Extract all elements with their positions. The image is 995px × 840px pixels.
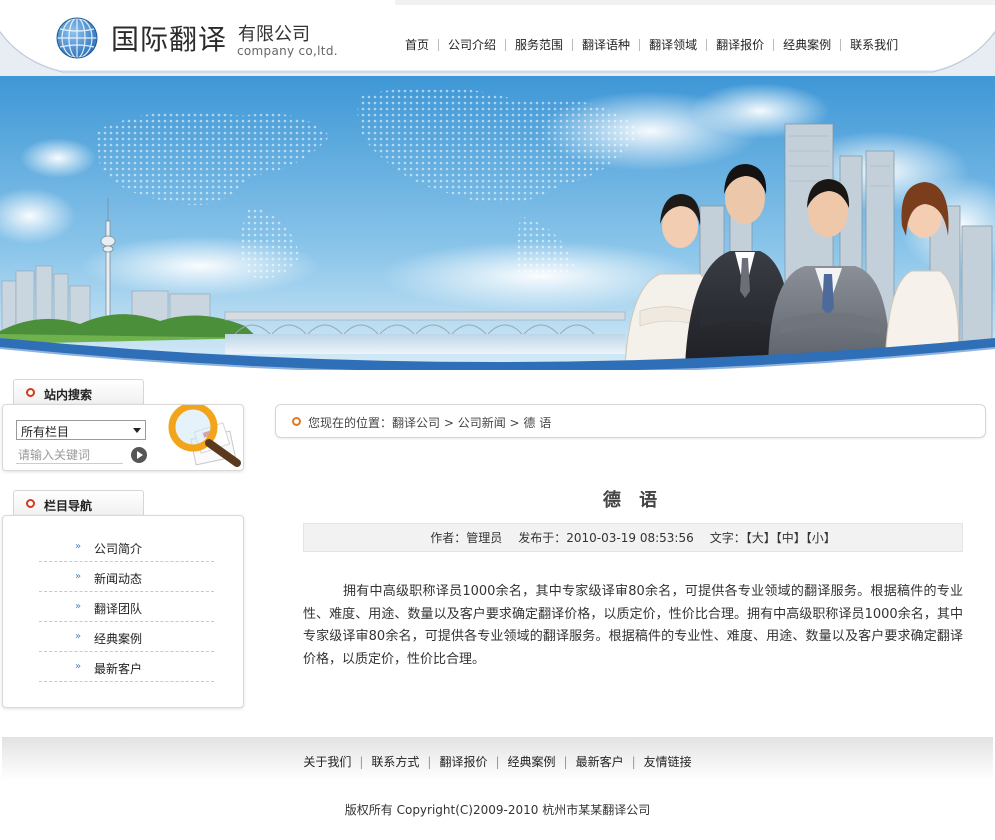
search-submit-icon[interactable] [131,447,147,463]
magnifier-icon [168,405,241,467]
double-chevron-icon: » [75,661,82,672]
nav-company-intro[interactable]: 公司介绍 [439,36,505,53]
date-value: 2010-03-19 08:53:56 [566,531,694,545]
sidebar-item-team[interactable]: » 翻译团队 [39,592,214,622]
sidebar-item-cases[interactable]: » 经典案例 [39,622,214,652]
footer-link-cases[interactable]: 经典案例 [508,755,556,769]
logo-subtitle: 有限公司 [238,24,310,45]
bullet-icon [292,417,301,426]
sidebar-item-company-profile[interactable]: » 公司简介 [39,532,214,562]
footer-link-about[interactable]: 关于我们 [303,755,351,769]
sidebar-item-clients[interactable]: » 最新客户 [39,652,214,682]
logo-name: 国际翻译 [111,23,228,56]
nav-contact[interactable]: 联系我们 [841,36,907,53]
author-label: 作者： [430,531,467,545]
bullet-icon [26,388,35,397]
breadcrumb-text: 您现在的位置：翻译公司 > 公司新闻 > 德 语 [308,414,551,431]
double-chevron-icon: » [75,601,82,612]
font-size-medium-button[interactable]: 【中】 [776,531,806,545]
category-nav-tab: 栏目导航 [13,490,144,516]
nav-pricing[interactable]: 翻译报价 [707,36,773,53]
category-select-value: 所有栏目 [21,425,70,439]
sidebar-item-label: 公司简介 [94,542,143,556]
font-size-large-button[interactable]: 【大】 [746,531,776,545]
sidebar-item-label: 新闻动态 [94,572,143,586]
breadcrumb-separator: > [440,416,458,430]
footer-link-friends[interactable]: 友情链接 [644,755,692,769]
header: 国际翻译 有限公司 company co,ltd. 首页 公司介绍 服务范围 翻… [0,0,995,76]
footer-links: 关于我们 | 联系方式 | 翻译报价 | 经典案例 | 最新客户 | 友情链接 [0,753,995,770]
sidebar-item-label: 经典案例 [94,632,143,646]
footer-link-pricing[interactable]: 翻译报价 [439,755,487,769]
sidebar-item-label: 翻译团队 [94,602,143,616]
category-nav-title: 栏目导航 [44,499,93,513]
footer-separator: | [359,755,364,769]
chevron-down-icon [133,428,141,433]
main-nav: 首页 公司介绍 服务范围 翻译语种 翻译领域 翻译报价 经典案例 联系我们 [396,36,907,53]
search-panel-tab: 站内搜索 [13,379,144,405]
keyword-input[interactable] [16,446,123,464]
sidebar-item-news[interactable]: » 新闻动态 [39,562,214,592]
double-chevron-icon: » [75,631,82,642]
date-label: 发布于： [518,531,567,545]
nav-cases[interactable]: 经典案例 [774,36,840,53]
category-nav-panel: » 公司简介 » 新闻动态 » 翻译团队 » 经典案例 » 最新客户 [2,515,244,708]
nav-languages[interactable]: 翻译语种 [573,36,639,53]
double-chevron-icon: » [75,541,82,552]
breadcrumb-prefix: 您现在的位置： [308,416,393,430]
footer-separator: | [495,755,500,769]
nav-home[interactable]: 首页 [396,36,438,53]
breadcrumb-separator: > [505,416,524,430]
footer-separator: | [427,755,432,769]
article-body: 拥有中高级职称译员1000余名，其中专家级译审80余名，可提供各专业领域的翻译服… [303,584,963,667]
article-title: 德 语 [602,490,664,511]
double-chevron-icon: » [75,571,82,582]
hero-banner [0,76,995,370]
font-size-label: 文字： [709,531,746,545]
footer-separator: | [631,755,636,769]
category-nav-list: » 公司简介 » 新闻动态 » 翻译团队 » 经典案例 » 最新客户 [39,532,214,682]
sidebar-item-label: 最新客户 [94,662,143,676]
search-panel-title: 站内搜索 [44,388,93,402]
nav-services[interactable]: 服务范围 [506,36,572,53]
search-panel: 所有栏目 [2,404,244,471]
category-select[interactable]: 所有栏目 [16,420,146,440]
article-meta: 作者：管理员 发布于：2010-03-19 08:53:56 文字：【大】【中】【小… [303,523,963,552]
footer-link-clients[interactable]: 最新客户 [576,755,624,769]
breadcrumb: 您现在的位置：翻译公司 > 公司新闻 > 德 语 [275,404,986,438]
globe-icon [56,17,98,59]
author-value: 管理员 [466,531,503,545]
bullet-icon [26,499,35,508]
banner-illustration [0,76,995,370]
breadcrumb-link-home[interactable]: 翻译公司 [392,416,440,430]
footer-link-contact[interactable]: 联系方式 [371,755,419,769]
logo[interactable]: 国际翻译 有限公司 company co,ltd. [55,16,345,62]
nav-fields[interactable]: 翻译领域 [640,36,706,53]
breadcrumb-current[interactable]: 德 语 [523,416,551,430]
copyright: 版权所有 Copyright(C)2009-2010 杭州市某某翻译公司 [344,803,651,817]
breadcrumb-link-news[interactable]: 公司新闻 [458,416,506,430]
logo-english: company co,ltd. [237,44,338,58]
font-size-small-button[interactable]: 【小】 [806,531,836,545]
footer-separator: | [563,755,568,769]
